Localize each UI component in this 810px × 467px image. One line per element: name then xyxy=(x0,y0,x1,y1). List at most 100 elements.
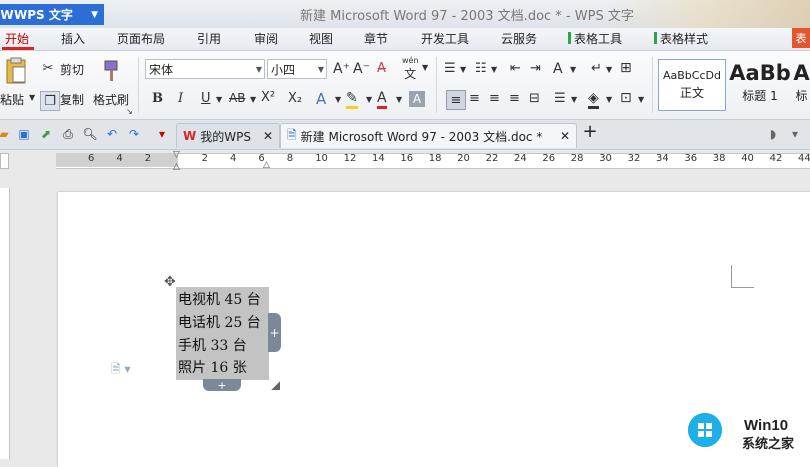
first-line-indent-marker[interactable]: ▽ xyxy=(173,150,182,160)
redo-icon[interactable]: ↷ xyxy=(126,126,142,142)
chevron-down-icon[interactable]: ▼ xyxy=(335,95,341,104)
paste-icon[interactable] xyxy=(4,57,28,85)
align-right-icon[interactable]: ≡ xyxy=(489,91,500,106)
style-heading-1[interactable]: AaBb 标题 1 xyxy=(727,59,793,111)
doc-view-icon[interactable]: ◗ xyxy=(765,126,781,142)
chevron-down-icon[interactable]: ▼ xyxy=(491,65,497,74)
close-icon[interactable]: ✕ xyxy=(263,129,273,143)
copy-button[interactable]: 复制 xyxy=(60,91,84,108)
close-icon[interactable]: ✕ xyxy=(560,129,570,143)
font-name-select[interactable]: 宋体 ▼ xyxy=(145,59,265,79)
justify-icon[interactable]: ≡ xyxy=(509,91,520,106)
tab-document[interactable]: 🗎︎ 新建 Microsoft Word 97 - 2003 文档.doc * … xyxy=(280,123,577,148)
vertical-ruler[interactable] xyxy=(0,188,10,459)
paste-button[interactable]: 粘贴 xyxy=(0,91,24,108)
tab-view[interactable]: 视图 xyxy=(309,30,333,47)
tab-references[interactable]: 引用 xyxy=(197,30,221,47)
change-case-icon[interactable]: A xyxy=(553,61,563,77)
table-grid-icon[interactable]: ⊞ xyxy=(620,60,632,76)
format-painter-button[interactable]: 格式刷 xyxy=(93,91,129,108)
folder-icon[interactable]: ▰ xyxy=(0,126,12,142)
table-row[interactable]: 电话机 25 台 xyxy=(178,312,261,332)
cut-button[interactable]: 剪切 xyxy=(60,61,84,78)
undo-icon[interactable]: ↶ xyxy=(104,126,120,142)
table-row[interactable]: 照片 16 张 xyxy=(178,357,247,377)
chevron-down-icon[interactable]: ▼ xyxy=(396,95,402,104)
table-row[interactable]: 手机 33 台 xyxy=(178,335,247,355)
print-icon[interactable]: ⎙ xyxy=(60,126,76,142)
move-handle-icon[interactable]: ✥ xyxy=(164,274,176,290)
chevron-down-icon[interactable]: ▼ xyxy=(638,95,644,104)
tab-insert[interactable]: 插入 xyxy=(61,30,85,47)
chevron-down-icon[interactable]: ▼ xyxy=(366,95,372,104)
selected-table[interactable]: 电视机 45 台 电话机 25 台 手机 33 台 照片 16 张 xyxy=(176,287,269,380)
new-tab-icon[interactable]: + xyxy=(582,121,598,142)
add-row-handle[interactable]: + xyxy=(203,379,241,392)
superscript-icon[interactable]: X² xyxy=(261,90,275,105)
distribute-icon[interactable]: ⊟ xyxy=(529,91,540,106)
italic-icon[interactable]: I xyxy=(178,91,183,106)
line-spacing-icon[interactable]: ☰ xyxy=(554,91,566,106)
highlight-icon[interactable]: ✎ xyxy=(346,90,358,109)
left-indent-marker[interactable]: △ xyxy=(173,162,182,172)
paragraph-mark-icon[interactable]: ↵ xyxy=(591,61,602,76)
copy-icon[interactable]: ❐ xyxy=(40,91,60,111)
grow-font-icon[interactable]: A⁺ xyxy=(333,61,350,77)
format-painter-icon[interactable] xyxy=(101,59,123,83)
shrink-font-icon[interactable]: A⁻ xyxy=(353,61,370,77)
align-center-icon[interactable]: ≡ xyxy=(469,91,480,106)
chevron-down-icon[interactable]: ▼ xyxy=(422,63,428,72)
save-icon[interactable]: ▣ xyxy=(16,126,32,142)
style-normal[interactable]: AaBbCcDd 正文 xyxy=(658,59,726,111)
tab-cloud-service[interactable]: 云服务 xyxy=(501,30,537,47)
text-effect-icon[interactable]: A xyxy=(316,90,326,108)
char-shading-icon[interactable]: A xyxy=(409,91,425,107)
chevron-down-icon[interactable]: ▼ xyxy=(606,95,612,104)
chevron-down-icon[interactable]: ▼ xyxy=(29,93,35,102)
tab-developer[interactable]: 开发工具 xyxy=(421,30,469,47)
chevron-down-icon[interactable]: ▼ xyxy=(460,65,466,74)
corner-tab[interactable]: 表 xyxy=(792,28,810,48)
font-color-icon[interactable]: A xyxy=(377,90,387,109)
table-row[interactable]: 电视机 45 台 xyxy=(178,289,261,309)
style-heading-2[interactable]: A 标 xyxy=(793,59,810,111)
bullet-list-icon[interactable]: ☰ xyxy=(444,61,456,76)
print-preview-icon[interactable]: 🔍︎ xyxy=(82,126,98,142)
dialog-launcher-icon[interactable]: ↘ xyxy=(126,107,133,116)
underline-icon[interactable]: U xyxy=(201,91,211,106)
paragraph-layout-icon[interactable]: 🗎︎ ▾ xyxy=(111,360,131,381)
align-left-icon[interactable]: ≡ xyxy=(446,90,466,110)
chevron-down-icon[interactable]: ▼ xyxy=(571,95,577,104)
decrease-indent-icon[interactable]: ⇤ xyxy=(510,61,521,76)
pinyin-guide-icon[interactable]: wén 文 xyxy=(402,56,419,82)
right-indent-marker[interactable]: △ xyxy=(263,160,272,170)
borders-icon[interactable]: ⊡ xyxy=(620,90,632,106)
chevron-down-icon[interactable]: ▼ xyxy=(606,65,612,74)
bold-icon[interactable]: B xyxy=(152,91,163,106)
tab-menu-icon[interactable]: ▾ xyxy=(787,126,803,142)
tab-review[interactable]: 审阅 xyxy=(254,30,278,47)
chevron-down-icon[interactable]: ▼ xyxy=(250,95,256,104)
subscript-icon[interactable]: X₂ xyxy=(288,91,302,106)
strikethrough-icon[interactable]: AB xyxy=(229,91,245,105)
increase-indent-icon[interactable]: ⇥ xyxy=(530,61,541,76)
tab-page-layout[interactable]: 页面布局 xyxy=(117,30,165,47)
tab-chapter[interactable]: 章节 xyxy=(364,30,388,47)
resize-handle-icon[interactable] xyxy=(271,381,280,390)
tab-stop-selector[interactable] xyxy=(0,153,9,169)
numbered-list-icon[interactable]: ☷ xyxy=(475,61,487,76)
chevron-down-icon[interactable]: ▼ xyxy=(216,95,222,104)
shading-fill-icon[interactable]: ◈ xyxy=(588,90,599,109)
chevron-down-icon[interactable]: ▼ xyxy=(570,65,576,74)
clear-format-icon[interactable]: A̶ xyxy=(377,61,386,76)
app-menu-button[interactable]: W WPS 文字 ▼ xyxy=(0,4,104,25)
add-column-handle[interactable]: + xyxy=(268,313,281,352)
font-size-select[interactable]: 小四 ▼ xyxy=(267,59,327,79)
customize-toolbar-icon[interactable]: ▾ xyxy=(154,126,170,142)
tab-home[interactable]: 开始 xyxy=(5,30,29,47)
tab-table-tools[interactable]: 表格工具 xyxy=(568,30,622,47)
scissors-icon[interactable]: ✂ xyxy=(40,60,56,76)
export-pdf-icon[interactable]: ⬈ xyxy=(38,126,54,142)
tab-table-style[interactable]: 表格样式 xyxy=(654,30,708,47)
tab-my-wps[interactable]: W 我的WPS ✕ xyxy=(176,123,280,148)
